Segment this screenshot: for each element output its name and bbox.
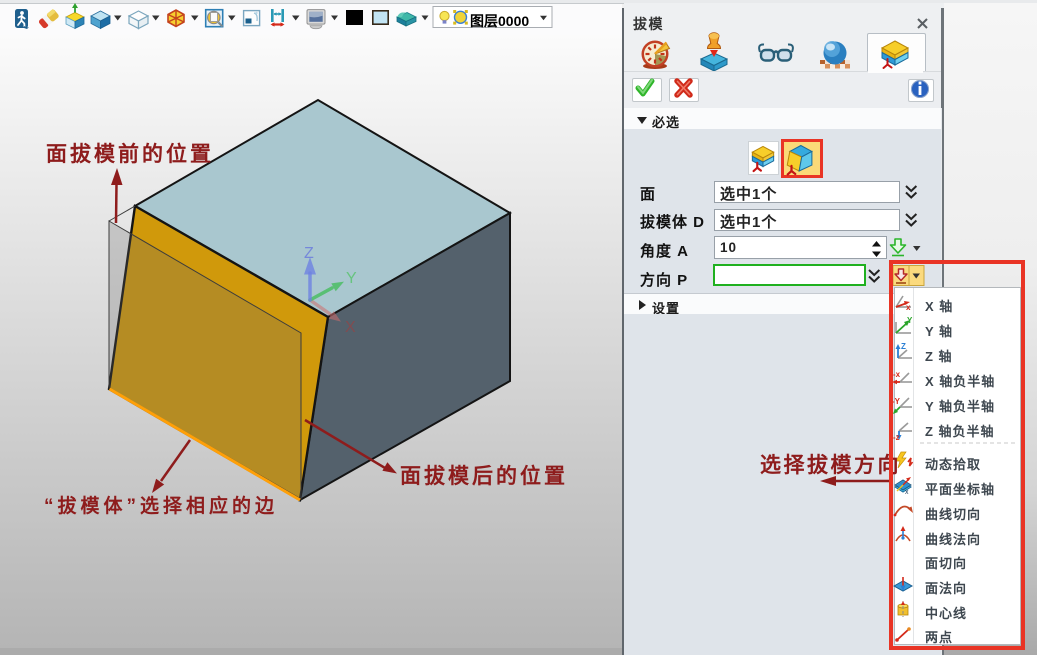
svg-text:Y: Y <box>346 270 357 287</box>
svg-text:Z: Z <box>304 245 314 262</box>
svg-text:X: X <box>345 319 356 336</box>
